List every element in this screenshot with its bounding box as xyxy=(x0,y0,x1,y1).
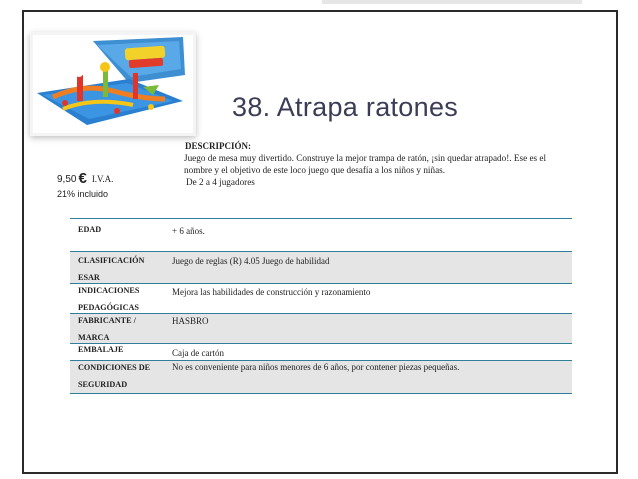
row-value: Caja de cartón xyxy=(172,348,224,358)
row-key: CONDICIONES DE SEGURIDAD xyxy=(78,363,151,389)
top-accent-bar xyxy=(322,0,582,4)
price-amount: 9,50 xyxy=(57,174,77,185)
table-row: INDICACIONES PEDAGÓGICAS Mejora las habil… xyxy=(70,283,572,313)
tax-note: 21% incluido xyxy=(57,189,109,199)
price: 9,50 € I.V.A. xyxy=(57,170,113,187)
description-line: Juego de mesa muy divertido. Construye l… xyxy=(184,153,547,163)
description-line: nombre y el objetivo de este loco juego … xyxy=(184,165,446,175)
tax-label: I.V.A. xyxy=(91,174,114,184)
slide: 38. Atrapa ratones 9,50 € I.V.A. 21% inclu… xyxy=(0,0,638,479)
row-key: CLASIFICACIÓN ESAR xyxy=(78,256,145,282)
currency-symbol: € xyxy=(78,170,87,187)
product-info-table: EDAD + 6 años. CLASIFICACIÓN ESAR Juego d… xyxy=(70,218,572,394)
row-key: INDICACIONES PEDAGÓGICAS xyxy=(78,286,140,312)
row-value: Juego de reglas (R) 4.05 Juego de habili… xyxy=(172,256,330,266)
table-row: CLASIFICACIÓN ESAR Juego de reglas (R) 4.… xyxy=(70,251,572,283)
page-title: 38. Atrapa ratones xyxy=(232,92,459,122)
description: DESCRIPCIÓN: Juego de mesa muy divertido… xyxy=(181,140,581,188)
table-row: EMBALAJE Caja de cartón xyxy=(70,343,572,360)
product-photo xyxy=(30,32,196,136)
row-value: Mejora las habilidades de construcción y… xyxy=(172,287,371,297)
row-value: + 6 años. xyxy=(172,226,205,236)
row-key: EMBALAJE xyxy=(78,345,124,354)
board-game-illustration xyxy=(33,35,187,127)
description-line: De 2 a 4 jugadores xyxy=(186,177,255,187)
table-row: FABRICANTE / MARCA HASBRO xyxy=(70,313,572,343)
description-heading: DESCRIPCIÓN: xyxy=(185,141,252,151)
table-row: EDAD + 6 años. xyxy=(70,218,572,251)
table-row: CONDICIONES DE SEGURIDAD No es convenient… xyxy=(70,360,572,393)
row-value: No es conveniente para niños menores de … xyxy=(172,362,460,372)
table-bottom-rule xyxy=(70,393,572,394)
row-key: EDAD xyxy=(78,225,102,234)
row-value: HASBRO xyxy=(172,316,209,326)
